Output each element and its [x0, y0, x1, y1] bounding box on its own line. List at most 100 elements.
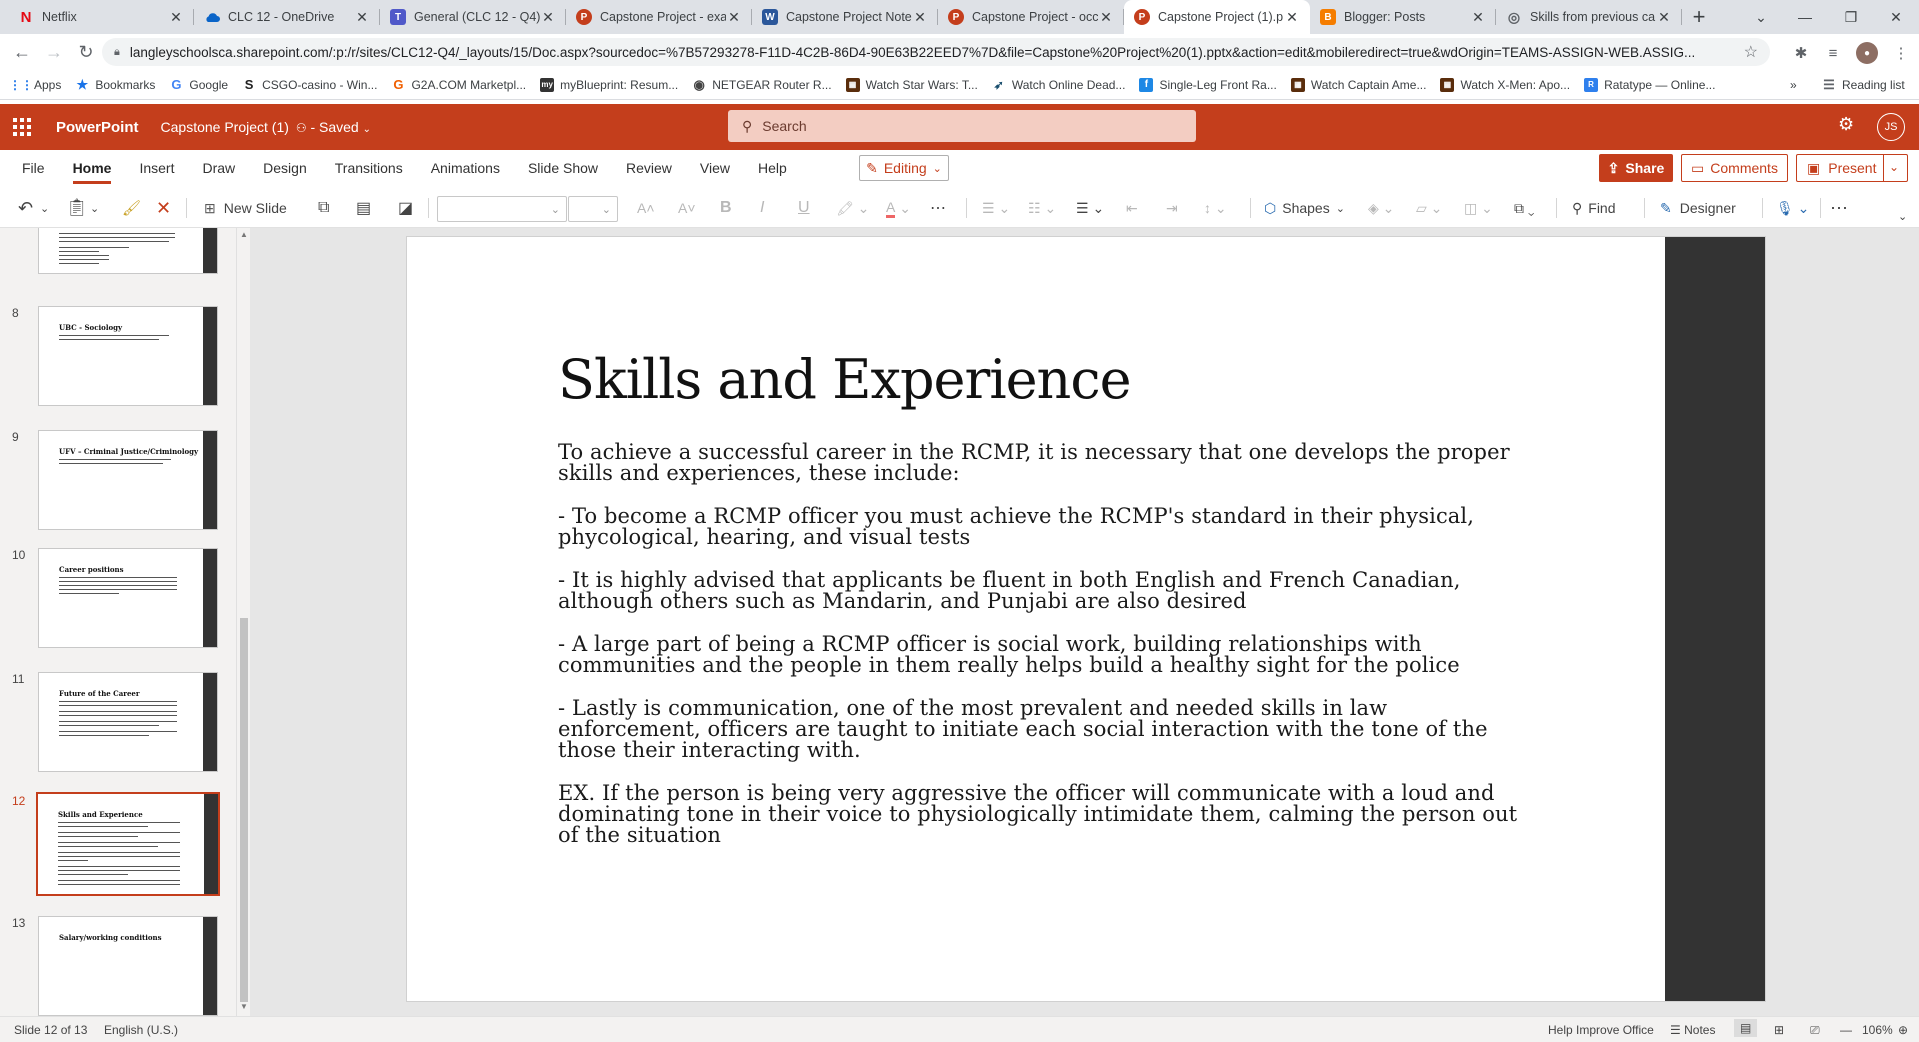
slide-thumbnail[interactable]: Future of the Career	[38, 672, 218, 772]
tab-insert[interactable]: Insert	[139, 150, 174, 186]
browser-tab[interactable]: P Capstone Project - exa ✕	[566, 0, 752, 34]
paste-icon[interactable]: 📋︎	[66, 194, 88, 222]
browser-tab[interactable]: CLC 12 - OneDrive ✕	[194, 0, 380, 34]
thumbnail-scrollbar[interactable]: ▲ ▼	[236, 228, 250, 1016]
tab-review[interactable]: Review	[626, 150, 672, 186]
scroll-down-icon[interactable]: ▼	[238, 1002, 250, 1014]
increase-font-icon[interactable]: A˄	[637, 194, 655, 222]
language-status[interactable]: English (U.S.)	[104, 1023, 178, 1037]
font-size-dropdown[interactable]: ⌄	[568, 196, 618, 222]
app-name[interactable]: PowerPoint	[56, 119, 139, 136]
chevron-down-icon[interactable]: ⌄	[90, 194, 99, 222]
help-improve-link[interactable]: Help Improve Office	[1548, 1023, 1654, 1037]
bookmark-bookmarks[interactable]: ★ Bookmarks	[75, 77, 156, 92]
slide-thumbnail[interactable]	[38, 228, 218, 274]
forward-button[interactable]: →	[38, 36, 70, 68]
browser-tab[interactable]: P Capstone Project - occ ✕	[938, 0, 1124, 34]
more-options-icon[interactable]: ⋯	[1830, 194, 1848, 222]
tab-draw[interactable]: Draw	[202, 150, 235, 186]
chevron-down-icon[interactable]: ⌄	[1889, 160, 1899, 174]
tab-view[interactable]: View	[700, 150, 730, 186]
profile-avatar[interactable]: ●	[1856, 42, 1878, 64]
find-button[interactable]: ⚲ Find	[1572, 194, 1616, 222]
tab-home[interactable]: Home	[72, 150, 111, 186]
reload-button[interactable]: ↻	[70, 36, 102, 68]
tab-design[interactable]: Design	[263, 150, 307, 186]
font-color-icon[interactable]: A ⌄	[886, 194, 911, 222]
tab-file[interactable]: File	[22, 150, 45, 186]
bookmark-apps[interactable]: ⋮⋮ Apps	[9, 78, 61, 92]
format-painter-icon[interactable]: 🖌︎	[122, 194, 141, 222]
slide-canvas[interactable]: Skills and Experience To achieve a succe…	[406, 236, 1766, 1002]
zoom-level[interactable]: 106%	[1862, 1023, 1893, 1037]
slide-sorter-icon[interactable]: ⊞	[1774, 1023, 1784, 1037]
slide-thumbnail[interactable]: Career positions	[38, 548, 218, 648]
underline-icon[interactable]: U	[798, 194, 810, 222]
bookmark-g2a[interactable]: G G2A.COM Marketpl...	[391, 77, 526, 92]
app-launcher-button[interactable]	[0, 104, 44, 150]
minimize-button[interactable]: —	[1782, 0, 1828, 34]
align-icon[interactable]: ☰ ⌄	[1076, 194, 1104, 222]
browser-tab[interactable]: T General (CLC 12 - Q4) ✕	[380, 0, 566, 34]
search-input[interactable]: ⚲ Search	[728, 110, 1196, 142]
line-spacing-icon[interactable]: ↕ ⌄	[1204, 194, 1227, 222]
bookmark-captain[interactable]: ▦ Watch Captain Ame...	[1290, 77, 1426, 92]
decrease-font-icon[interactable]: A˅	[678, 194, 696, 222]
bookmark-deadpool[interactable]: ➶ Watch Online Dead...	[992, 78, 1126, 92]
tab-slide-show[interactable]: Slide Show	[528, 150, 598, 186]
shape-effects-icon[interactable]: ◫ ⌄	[1464, 194, 1493, 222]
bookmark-csgo[interactable]: S CSGO-casino - Win...	[242, 77, 378, 92]
tab-search-button[interactable]: ⌄	[1738, 0, 1784, 34]
slide-thumbnail[interactable]: Salary/working conditions	[38, 916, 218, 1016]
highlight-icon[interactable]: 🖍︎ ⌄	[836, 194, 869, 222]
slide-body-textbox[interactable]: To achieve a successful career in the RC…	[558, 442, 1524, 868]
bookmark-fitness[interactable]: f Single-Leg Front Ra...	[1139, 77, 1277, 92]
tab-transitions[interactable]: Transitions	[335, 150, 403, 186]
shape-fill-icon[interactable]: ◈ ⌄	[1368, 194, 1394, 222]
normal-view-icon[interactable]: ▤	[1734, 1019, 1758, 1037]
share-button[interactable]: ⇪ Share	[1599, 154, 1673, 182]
back-button[interactable]: ←	[6, 36, 38, 68]
new-tab-button[interactable]: +	[1682, 0, 1716, 34]
reuse-slides-icon[interactable]: ⧉	[318, 194, 329, 222]
close-tab-icon[interactable]: ✕	[1284, 9, 1300, 26]
italic-icon[interactable]: I	[760, 194, 764, 222]
browser-tab-active[interactable]: P Capstone Project (1).p ✕	[1124, 0, 1310, 34]
decrease-indent-icon[interactable]: ⇤	[1126, 194, 1138, 222]
browser-tab[interactable]: N Netflix ✕	[8, 0, 194, 34]
format-background-icon[interactable]: ◪	[398, 194, 413, 222]
bookmark-myblueprint[interactable]: my myBlueprint: Resum...	[540, 77, 678, 92]
document-title[interactable]: Capstone Project (1) ⚇ - Saved ⌄	[161, 119, 371, 135]
close-tab-icon[interactable]: ✕	[1656, 9, 1672, 26]
media-control-icon[interactable]: ≡	[1822, 42, 1844, 64]
present-button[interactable]: ▣ Present ⌄	[1796, 154, 1908, 182]
delete-icon[interactable]: ✕	[156, 194, 171, 222]
scrollbar-thumb[interactable]	[240, 618, 248, 1002]
bookmark-starwars[interactable]: ▦ Watch Star Wars: T...	[845, 77, 978, 92]
comments-button[interactable]: ▭ Comments	[1681, 154, 1788, 182]
browser-menu-icon[interactable]: ⋮	[1890, 42, 1912, 64]
bookmark-netgear[interactable]: ◉ NETGEAR Router R...	[692, 77, 832, 92]
font-family-dropdown[interactable]: ⌄	[437, 196, 567, 222]
shapes-button[interactable]: ⬡ Shapes ⌄	[1264, 194, 1345, 222]
close-tab-icon[interactable]: ✕	[354, 9, 370, 26]
tab-help[interactable]: Help	[758, 150, 787, 186]
new-slide-button[interactable]: ⊞ New Slide	[204, 194, 287, 222]
browser-tab[interactable]: B Blogger: Posts ✕	[1310, 0, 1496, 34]
close-tab-icon[interactable]: ✕	[912, 9, 928, 26]
notes-button[interactable]: ☰ Notes	[1670, 1023, 1715, 1037]
slide-thumbnail[interactable]: UFV – Criminal Justice/Criminology	[38, 430, 218, 530]
close-window-button[interactable]: ✕	[1873, 0, 1919, 34]
more-font-options-icon[interactable]: ⋯	[930, 194, 946, 222]
lock-icon[interactable]: 🔒︎	[114, 46, 120, 59]
bookmark-google[interactable]: G Google	[169, 77, 228, 92]
more-bookmarks-button[interactable]: »	[1790, 78, 1797, 92]
close-tab-icon[interactable]: ✕	[540, 9, 556, 26]
close-tab-icon[interactable]: ✕	[1470, 9, 1486, 26]
reading-view-icon[interactable]: ⎚	[1810, 1023, 1820, 1038]
reading-list-button[interactable]: ☰ Reading list	[1822, 77, 1905, 92]
shape-outline-icon[interactable]: ▱ ⌄	[1416, 194, 1442, 222]
extensions-puzzle-icon[interactable]: ✱	[1790, 42, 1812, 64]
tab-animations[interactable]: Animations	[431, 150, 500, 186]
bold-icon[interactable]: B	[720, 194, 732, 222]
